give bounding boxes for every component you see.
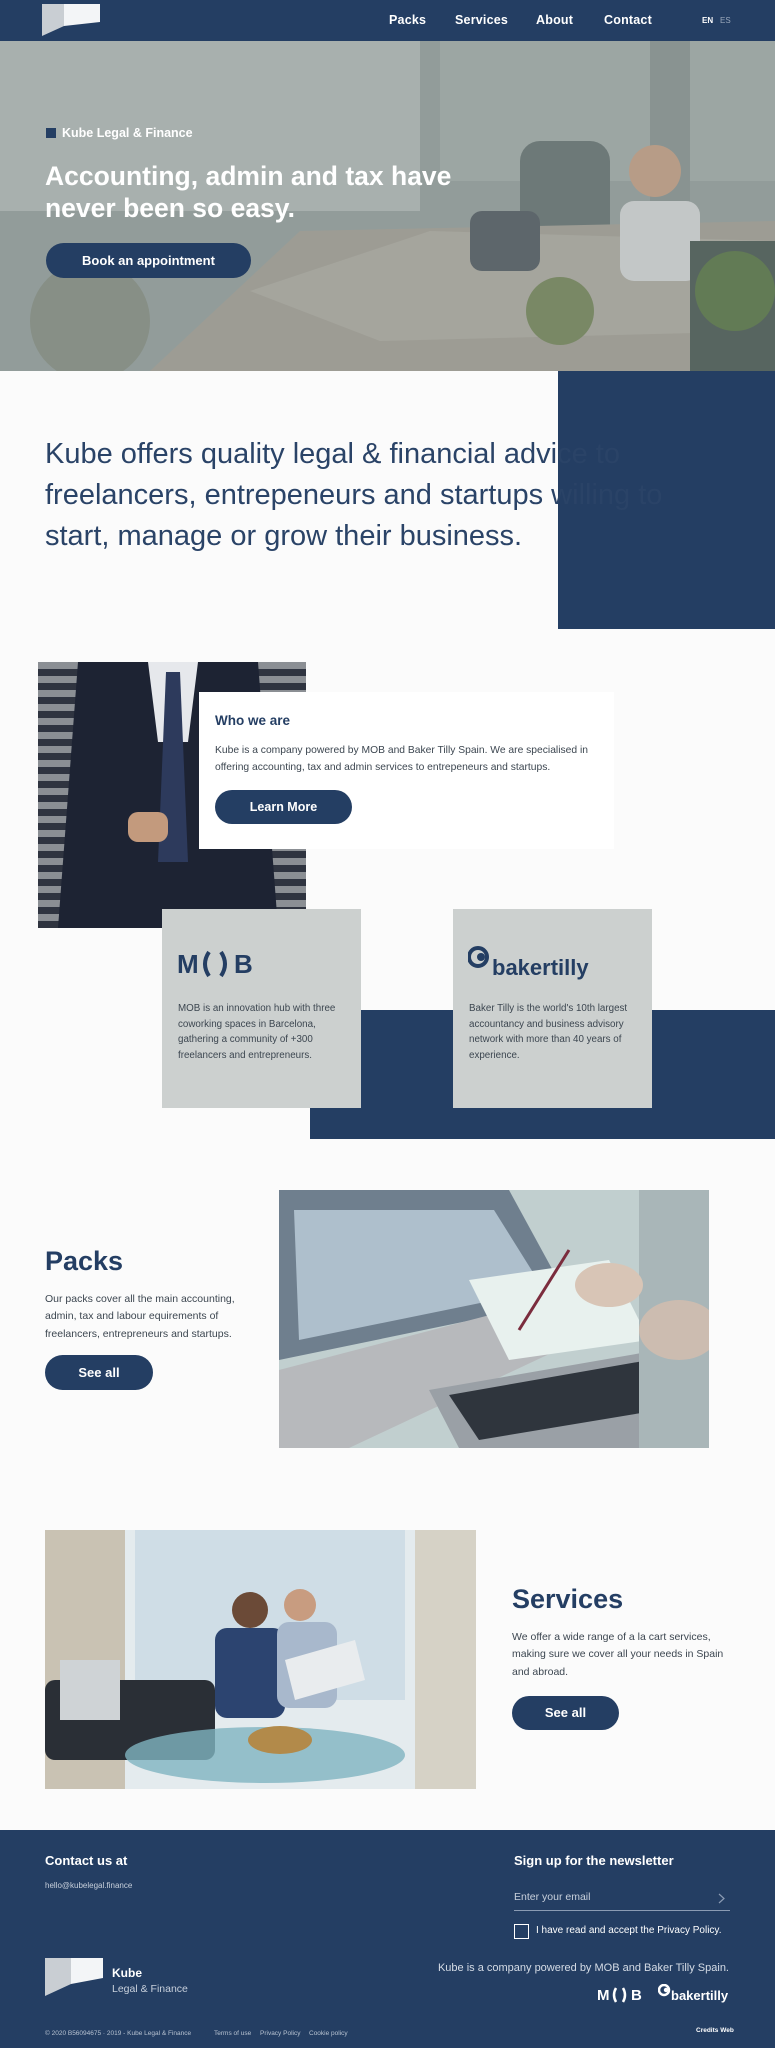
hero-title: Accounting, admin and tax have never bee… bbox=[45, 161, 452, 223]
mob-text: MOB is an innovation hub with three cowo… bbox=[178, 1003, 336, 1061]
eyebrow-text: Kube Legal & Finance bbox=[62, 126, 193, 140]
footer-kube-logo-icon[interactable] bbox=[45, 1958, 103, 1996]
newsletter-email-field bbox=[514, 1884, 730, 1911]
newsletter-title: Sign up for the newsletter bbox=[514, 1853, 674, 1868]
terms-link[interactable]: Terms of use bbox=[214, 2030, 251, 2037]
who-title: Who we are bbox=[215, 713, 291, 728]
bakertilly-card: bakertilly Baker Tilly is the world's 10… bbox=[453, 909, 652, 1108]
packs-see-all-button[interactable]: See all bbox=[45, 1355, 153, 1390]
nav-packs[interactable]: Packs bbox=[389, 13, 426, 27]
who-text: Kube is a company powered by MOB and Bak… bbox=[215, 745, 588, 773]
privacy-link[interactable]: Privacy Policy bbox=[260, 2030, 300, 2037]
footer-bakertilly-logo-icon[interactable]: bakertilly bbox=[658, 1984, 730, 2004]
svg-text:B: B bbox=[631, 1987, 642, 2004]
lang-en[interactable]: EN bbox=[702, 16, 713, 25]
footer-brand-sub: Legal & Finance bbox=[112, 1983, 188, 1995]
nav-services[interactable]: Services bbox=[455, 13, 508, 27]
contact-title: Contact us at bbox=[45, 1853, 128, 1868]
bakertilly-text: Baker Tilly is the world's 10th largest … bbox=[469, 1003, 628, 1061]
mob-card: M B MOB is an innovation hub with three … bbox=[162, 909, 361, 1108]
chevron-right-icon[interactable] bbox=[718, 1893, 726, 1904]
footer-copyright: © 2020 B56094675 · 2019 - Kube Legal & F… bbox=[45, 2030, 192, 2037]
contact-email-link[interactable]: hello@kubelegal.finance bbox=[45, 1881, 132, 1890]
svg-text:bakertilly: bakertilly bbox=[671, 1988, 729, 2003]
nav-contact[interactable]: Contact bbox=[604, 13, 652, 27]
learn-more-button[interactable]: Learn More bbox=[215, 790, 352, 824]
packs-title: Packs bbox=[45, 1246, 124, 1276]
book-appointment-button[interactable]: Book an appointment bbox=[46, 243, 251, 278]
credits-link[interactable]: Credits Web bbox=[696, 2027, 734, 2034]
svg-text:M: M bbox=[597, 1987, 610, 2004]
hero-eyebrow: Kube Legal & Finance bbox=[46, 126, 193, 140]
services-see-all-button[interactable]: See all bbox=[512, 1696, 619, 1730]
svg-text:bakertilly: bakertilly bbox=[492, 955, 589, 980]
services-title: Services bbox=[512, 1584, 624, 1614]
svg-text:M: M bbox=[177, 949, 199, 979]
nav-about[interactable]: About bbox=[536, 13, 573, 27]
newsletter-email-input[interactable] bbox=[514, 1884, 704, 1910]
laptop-photo bbox=[279, 1190, 709, 1448]
bakertilly-logo-icon: bakertilly bbox=[468, 946, 589, 980]
cookie-link[interactable]: Cookie policy bbox=[309, 2030, 348, 2037]
footer-brand: Kube bbox=[112, 1966, 142, 1980]
privacy-checkbox[interactable] bbox=[514, 1924, 529, 1939]
packs-text: Our packs cover all the main accounting,… bbox=[45, 1293, 235, 1340]
privacy-checkbox-label: I have read and accept the Privacy Polic… bbox=[536, 1925, 722, 1936]
services-text: We offer a wide range of a la cart servi… bbox=[512, 1631, 724, 1678]
lang-es[interactable]: ES bbox=[720, 16, 731, 25]
svg-text:B: B bbox=[234, 949, 253, 979]
footer-mob-logo-icon[interactable]: M B bbox=[597, 1986, 645, 2004]
kube-logo-icon[interactable] bbox=[42, 4, 100, 36]
intro-text: Kube offers quality legal & financial ad… bbox=[45, 438, 663, 552]
site-header: Packs Services About Contact EN ES bbox=[0, 0, 775, 41]
footer-powered-text: Kube is a company powered by MOB and Bak… bbox=[437, 1962, 729, 1974]
mob-logo-icon: M B bbox=[177, 949, 253, 979]
meeting-photo bbox=[45, 1530, 476, 1789]
eyebrow-square-icon bbox=[46, 128, 56, 138]
